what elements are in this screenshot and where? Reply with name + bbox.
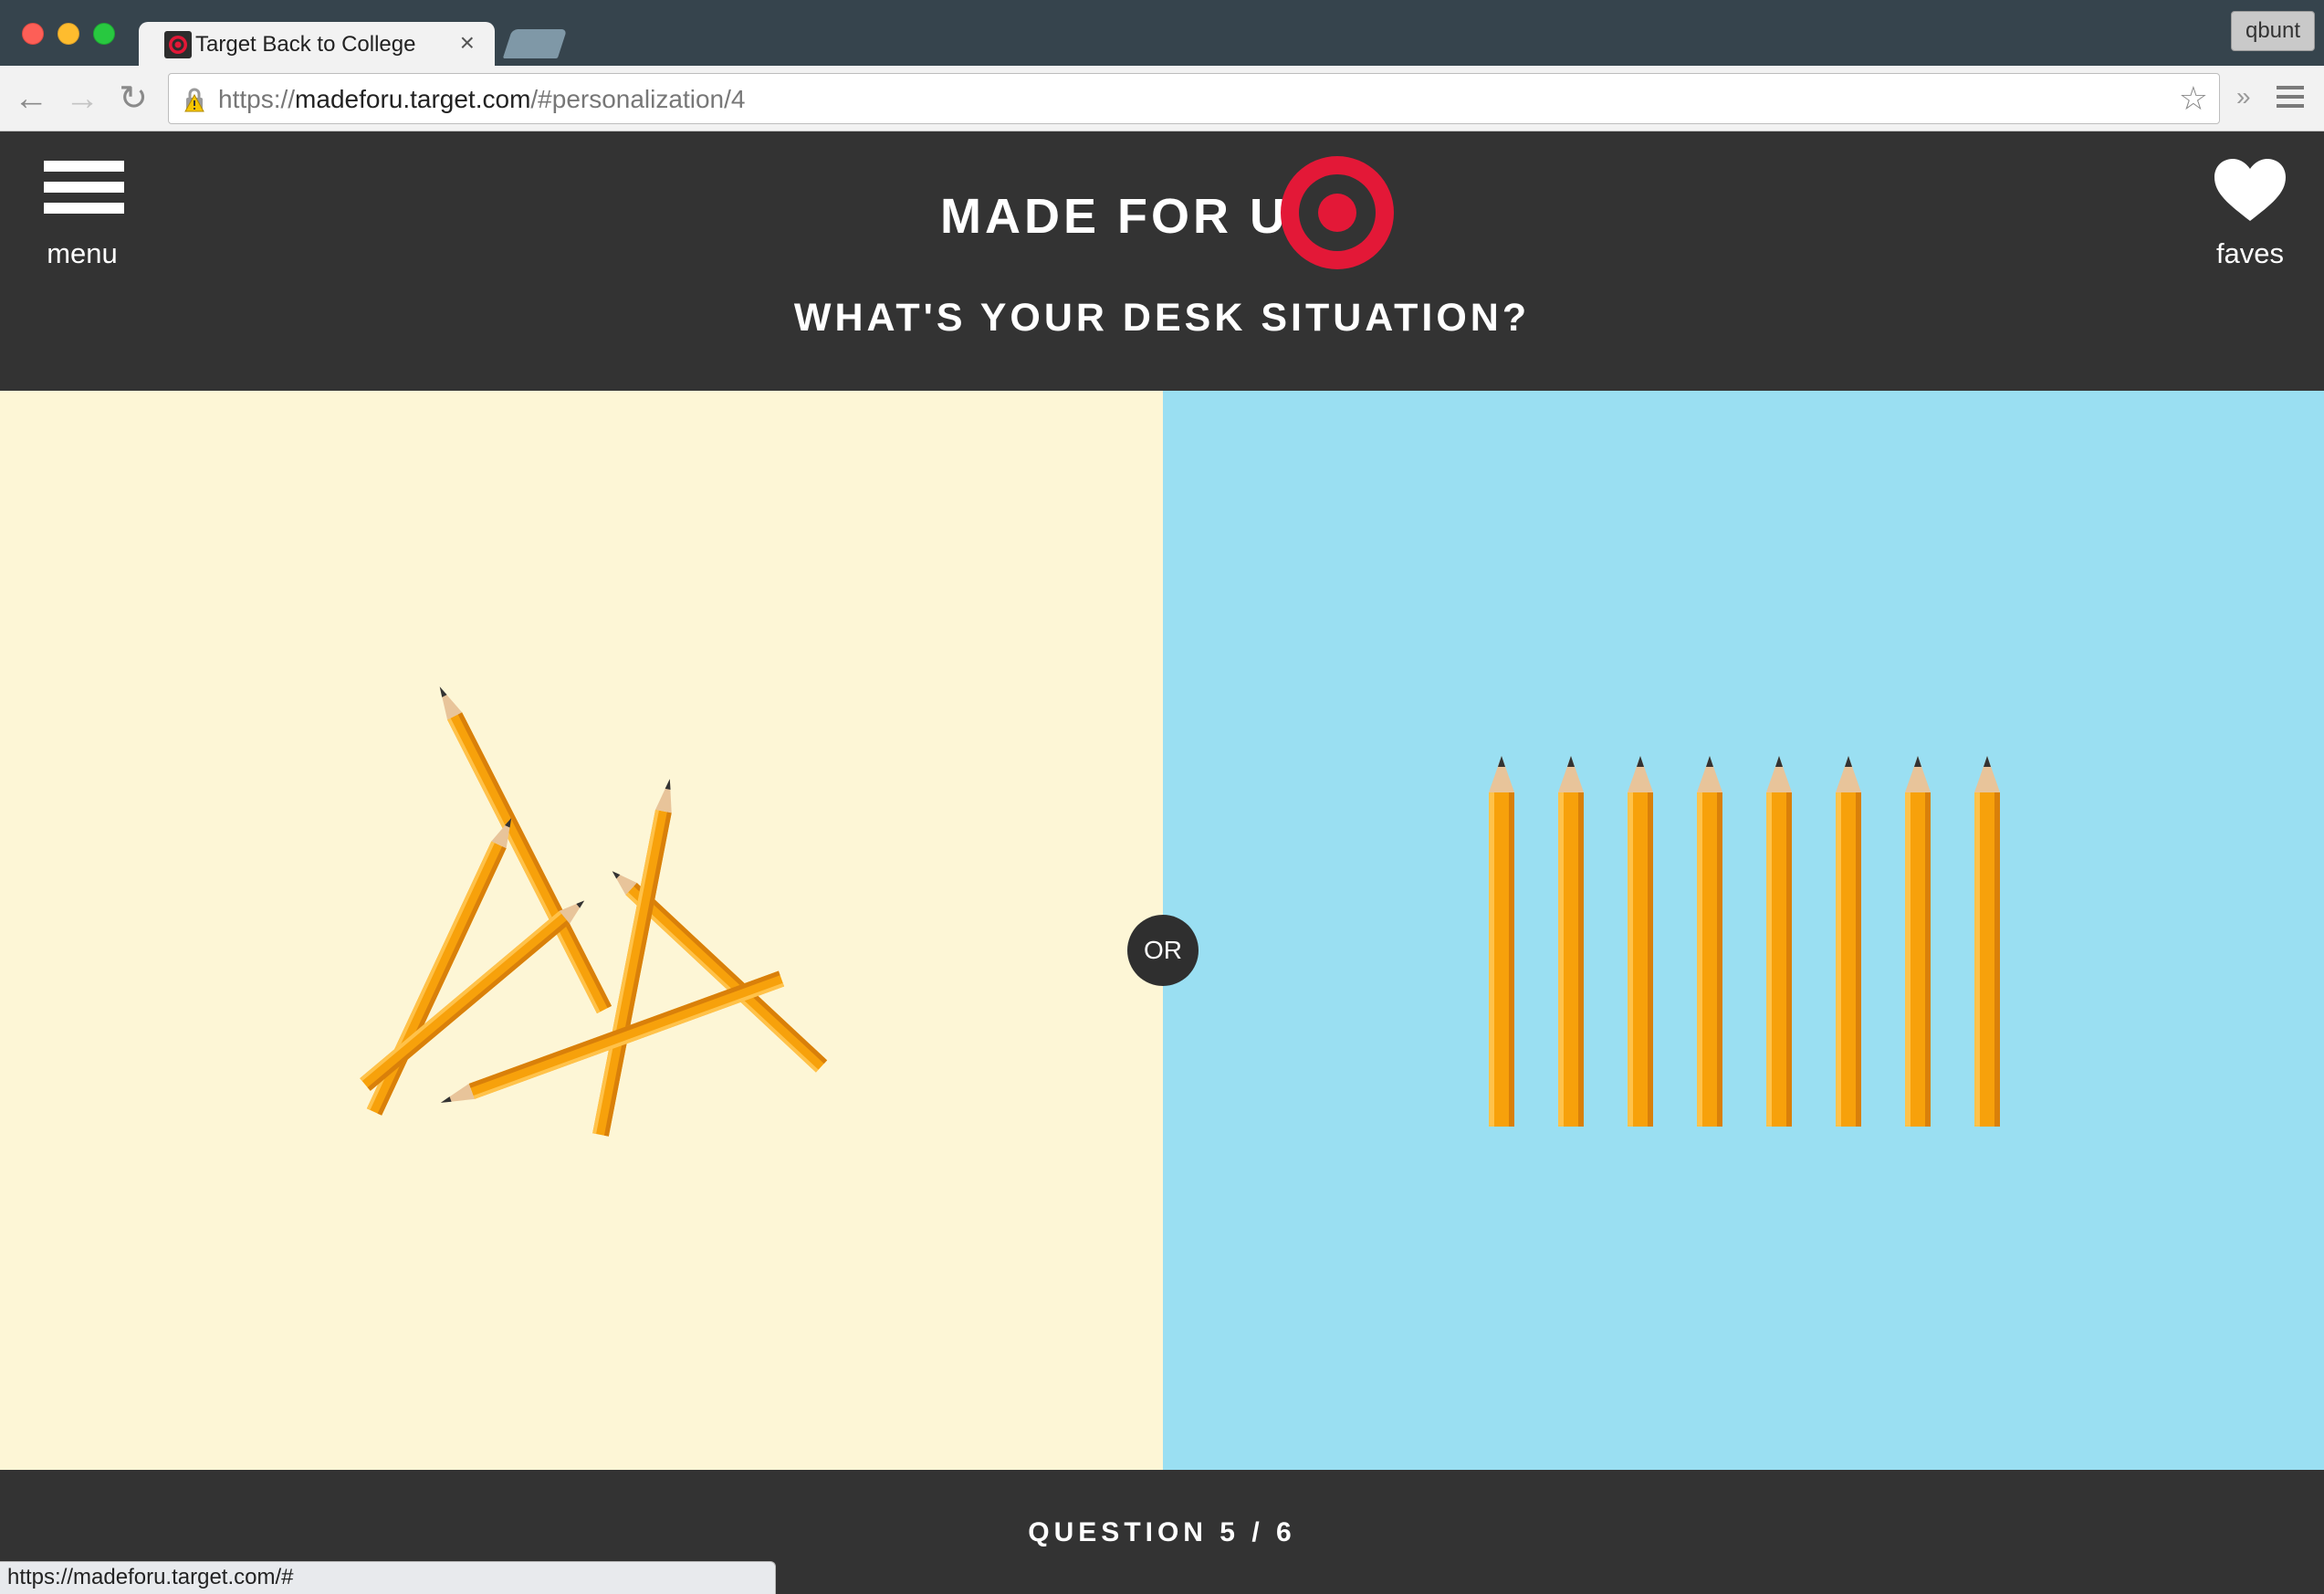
address-bar[interactable]: https://madeforu.target.com/#personaliza…	[168, 73, 2220, 124]
maximize-window-button[interactable]	[93, 23, 115, 45]
made-for-u-logo[interactable]: MADE FOR U	[940, 155, 1397, 274]
back-arrow-icon[interactable]: ←	[11, 79, 51, 119]
browser-titlebar: Target Back to College × qbunt	[0, 0, 2324, 66]
link-status-bubble: https://madeforu.target.com/#	[0, 1561, 776, 1594]
new-tab-button[interactable]	[502, 29, 568, 58]
site-header: menu MADE FOR U faves WHAT'S YOUR DESK S…	[0, 131, 2324, 391]
heart-icon	[2214, 159, 2286, 221]
logo-text: MADE FOR U	[940, 189, 1289, 244]
tab-close-icon[interactable]: ×	[460, 29, 475, 57]
browser-toolbar: ← → ↻ https://madeforu.target.com/#perso…	[0, 66, 2324, 131]
question-title: WHAT'S YOUR DESK SITUATION?	[793, 296, 1531, 340]
or-divider-badge: OR	[1127, 915, 1199, 986]
browser-tab-active[interactable]: Target Back to College ×	[139, 22, 495, 66]
reload-icon[interactable]: ↻	[113, 79, 153, 119]
tab-title: Target Back to College	[195, 32, 416, 57]
url-host: madeforu.target.com	[295, 85, 531, 113]
browser-menu-icon[interactable]	[2277, 86, 2304, 110]
menu-button[interactable]: menu	[37, 161, 128, 279]
neat-pencils-illustration	[1489, 756, 2000, 1127]
bookmark-star-icon[interactable]: ☆	[2179, 81, 2208, 116]
profile-button[interactable]: qbunt	[2231, 11, 2315, 51]
security-warning-icon	[184, 88, 204, 112]
target-bullseye-icon	[1281, 156, 1394, 269]
choice-messy[interactable]	[0, 391, 1163, 1470]
close-window-button[interactable]	[22, 23, 44, 45]
url-text: https://madeforu.target.com/#personaliza…	[218, 85, 745, 114]
hamburger-icon	[44, 161, 124, 224]
minimize-window-button[interactable]	[58, 23, 79, 45]
extensions-overflow-icon[interactable]: »	[2236, 82, 2251, 111]
menu-label: menu	[47, 237, 118, 269]
page-content: menu MADE FOR U faves WHAT'S YOUR DESK S…	[0, 131, 2324, 1594]
faves-button[interactable]: faves	[2200, 157, 2300, 276]
forward-arrow-icon[interactable]: →	[62, 79, 102, 119]
choice-neat[interactable]	[1163, 391, 2324, 1470]
messy-pencils-illustration	[360, 683, 828, 1137]
url-path: /#personalization/4	[530, 85, 746, 113]
faves-label: faves	[2215, 237, 2285, 269]
target-favicon-icon	[164, 31, 192, 58]
question-progress: QUESTION 5 / 6	[1028, 1517, 1296, 1547]
url-scheme: https://	[218, 85, 296, 113]
